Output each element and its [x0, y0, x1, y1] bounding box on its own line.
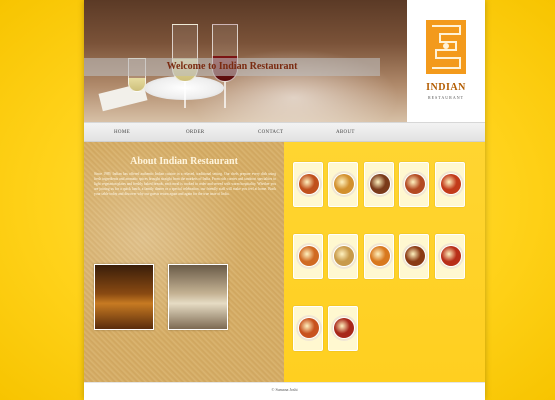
logo-title: INDIAN [426, 82, 466, 93]
dish-thumbnail[interactable] [293, 234, 323, 279]
main-nav: HOME ORDER CONTACT ABOUT [84, 122, 485, 142]
dish-thumbnail[interactable] [328, 306, 358, 351]
hero-banner: Welcome to Indian Restaurant [84, 0, 407, 122]
footer: © Sumana Joshi [84, 382, 485, 400]
dish-gallery [284, 142, 485, 382]
dish-food [441, 246, 461, 266]
about-section: About Indian Restaurant Since 1989, Indi… [84, 142, 284, 382]
dish-food [334, 318, 354, 338]
dish-food [334, 174, 354, 194]
welcome-heading: Welcome to Indian Restaurant [166, 61, 298, 72]
dish-thumbnail[interactable] [328, 234, 358, 279]
glass-stem [184, 82, 186, 108]
footer-text: © Sumana Joshi [271, 387, 298, 392]
dish-thumbnail[interactable] [435, 234, 465, 279]
about-heading: About Indian Restaurant [130, 156, 238, 167]
page-container: Welcome to Indian Restaurant INDIAN REST… [84, 0, 485, 400]
dish-thumbnail[interactable] [328, 162, 358, 207]
dish-thumbnail[interactable] [399, 162, 429, 207]
nav-home[interactable]: HOME [114, 123, 130, 142]
dish-thumbnail[interactable] [364, 162, 394, 207]
dish-thumbnail[interactable] [435, 162, 465, 207]
dish-food [370, 174, 390, 194]
glass-stem [224, 82, 226, 108]
logo-subtitle: RESTAURANT [427, 95, 465, 100]
logo[interactable]: INDIAN RESTAURANT [407, 0, 485, 122]
dish-thumbnail[interactable] [399, 234, 429, 279]
nav-about[interactable]: ABOUT [336, 123, 355, 142]
about-text: Since 1989, Indian has offered authentic… [94, 172, 276, 196]
restaurant-interior-photo[interactable] [94, 264, 154, 330]
dish-thumbnail[interactable] [293, 306, 323, 351]
logo-emblem-icon [426, 20, 466, 74]
nav-contact[interactable]: CONTACT [258, 123, 283, 142]
dish-food [299, 174, 319, 194]
dish-food [405, 174, 425, 194]
dish-thumbnail[interactable] [364, 234, 394, 279]
dish-food [299, 246, 319, 266]
dish-food [334, 246, 354, 266]
dish-food [370, 246, 390, 266]
dining-room-photo[interactable] [168, 264, 228, 330]
dish-food [405, 246, 425, 266]
dish-food [299, 318, 319, 338]
dish-food [441, 174, 461, 194]
dish-thumbnail[interactable] [293, 162, 323, 207]
nav-order[interactable]: ORDER [186, 123, 204, 142]
